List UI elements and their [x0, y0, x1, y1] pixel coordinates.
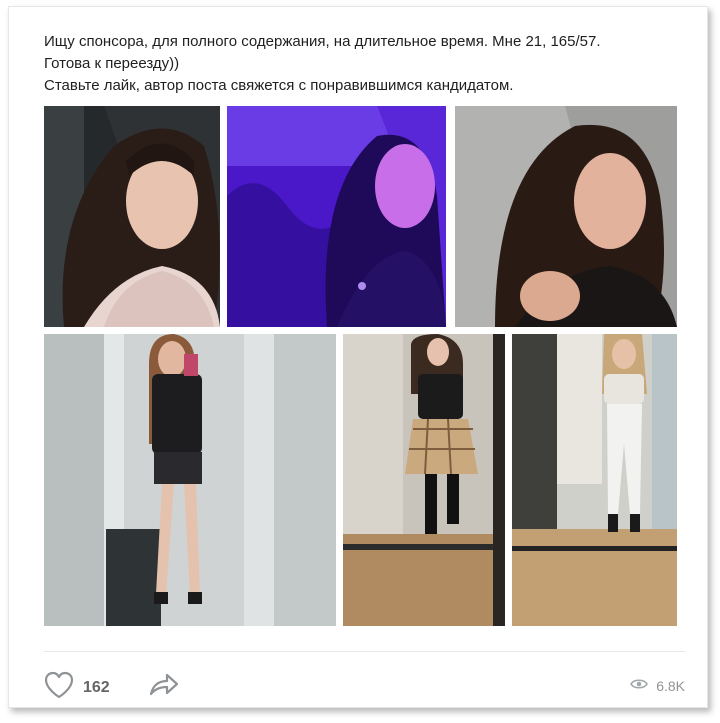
share-arrow-icon [149, 673, 179, 701]
views-count: 6.8K [656, 678, 685, 694]
like-button[interactable]: 162 [44, 671, 110, 704]
like-count: 162 [83, 678, 110, 696]
photo-5[interactable] [343, 334, 505, 626]
post-text-line: Ставьте лайк, автор поста свяжется с пон… [44, 77, 514, 94]
photo-1[interactable] [44, 106, 220, 327]
photo-6[interactable] [512, 334, 677, 626]
post-card: Ищу спонсора, для полного содержания, на… [8, 6, 708, 708]
views-counter: 6.8K [630, 677, 685, 695]
post-footer: 162 6.8K [44, 663, 685, 703]
photo-3[interactable] [455, 106, 677, 327]
post-text-line: Ищу спонсора, для полного содержания, на… [44, 33, 601, 50]
post-text: Ищу спонсора, для полного содержания, на… [44, 31, 684, 97]
post-text-line: Готова к переезду)) [44, 55, 180, 72]
eye-icon [630, 677, 656, 695]
photo-4[interactable] [44, 334, 336, 626]
photo-2[interactable] [227, 106, 446, 327]
footer-divider [44, 651, 685, 652]
heart-icon [44, 671, 74, 704]
share-button[interactable] [149, 673, 179, 702]
